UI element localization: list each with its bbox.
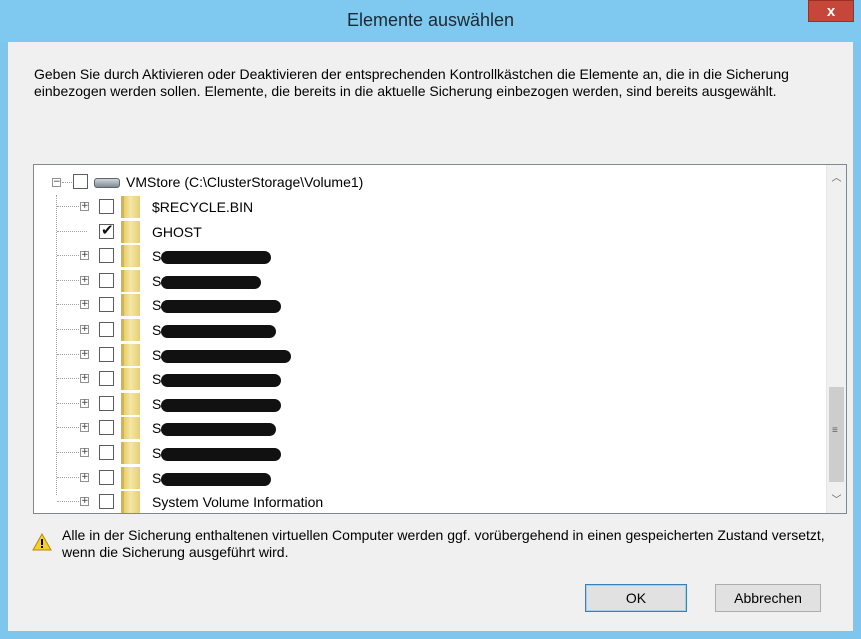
warning-text: Alle in der Sicherung enthaltenen virtue… — [62, 527, 825, 560]
tree-item-row[interactable]: + S — [34, 343, 824, 367]
collapse-icon[interactable]: − — [52, 178, 61, 187]
tree-item-label: S — [152, 445, 162, 461]
tree-root-label: VMStore (C:\ClusterStorage\Volume1) — [126, 174, 364, 190]
tree-item-label: S — [152, 297, 162, 314]
tree-item-row[interactable]: ✔ GHOST — [34, 220, 824, 244]
grip-icon: ≡ — [832, 425, 838, 436]
close-button[interactable]: x — [808, 0, 854, 22]
expand-icon[interactable]: + — [80, 300, 89, 310]
item-checkbox[interactable]: ✔ — [99, 220, 114, 239]
item-checkbox[interactable] — [99, 322, 114, 337]
expand-icon[interactable]: + — [80, 497, 89, 507]
folder-icon — [121, 368, 140, 391]
item-checkbox[interactable] — [99, 346, 114, 362]
item-checkbox[interactable] — [99, 420, 114, 436]
expand-icon[interactable]: + — [80, 325, 89, 334]
dialog-title: Elemente auswählen — [346, 10, 515, 30]
tree-item-label: S — [152, 395, 162, 412]
tree-item-row[interactable]: + S — [34, 293, 824, 317]
tree-connector — [62, 182, 72, 183]
tree-item-label: S — [152, 272, 162, 289]
item-checkbox[interactable] — [99, 371, 114, 387]
redaction-mark — [161, 251, 271, 265]
tree-item-row[interactable]: + S — [34, 466, 824, 490]
item-checkbox[interactable] — [99, 297, 114, 313]
expand-icon[interactable]: + — [80, 275, 89, 285]
tree-item-label: S — [152, 469, 162, 486]
folder-icon — [121, 319, 140, 341]
folder-icon — [121, 466, 140, 489]
scrollbar-thumb[interactable]: ≡ — [829, 387, 844, 482]
tree-root-row[interactable]: − VMStore (C:\ClusterStorage\Volume1) — [34, 171, 824, 195]
tree-item-label: $RECYCLE.BIN — [152, 199, 254, 215]
tree-item-label: System Volume Information — [152, 494, 324, 511]
folder-icon — [121, 196, 140, 218]
expand-icon[interactable]: + — [80, 349, 89, 359]
folder-icon — [121, 220, 140, 243]
root-checkbox[interactable] — [73, 174, 88, 189]
warning-icon — [32, 533, 52, 551]
instructions-text: Geben Sie durch Aktivieren oder Deaktivi… — [34, 66, 789, 99]
tree-item-label: S — [152, 346, 162, 363]
tree-item-row[interactable]: + S — [34, 269, 824, 293]
tree-item-row[interactable]: + S — [34, 367, 824, 391]
item-checkbox[interactable] — [99, 395, 114, 411]
redaction-mark — [161, 448, 281, 461]
scroll-down-icon[interactable]: ﹀ — [827, 491, 846, 511]
expand-icon[interactable]: + — [80, 398, 89, 408]
item-checkbox[interactable] — [99, 199, 114, 214]
folder-icon — [121, 392, 140, 415]
expand-icon[interactable]: + — [80, 251, 89, 261]
redaction-mark — [161, 398, 281, 412]
tree-item-label: GHOST — [152, 223, 202, 240]
checkmark-icon: ✔ — [101, 220, 114, 239]
dialog-body: Geben Sie durch Aktivieren oder Deaktivi… — [8, 42, 853, 631]
folder-icon — [121, 269, 140, 292]
cancel-button[interactable]: Abbrechen — [715, 584, 821, 612]
redaction-mark — [161, 325, 276, 338]
tree-item-row[interactable]: + $RECYCLE.BIN — [34, 195, 824, 219]
tree-item-row[interactable]: + S — [34, 392, 824, 416]
tree-item-row[interactable]: + S — [34, 318, 824, 342]
folder-icon — [121, 294, 140, 317]
expand-icon[interactable]: + — [80, 472, 89, 482]
tree-connector — [57, 230, 87, 232]
redaction-mark — [161, 275, 261, 289]
tree-item-row[interactable]: + S — [34, 244, 824, 268]
folder-icon — [121, 245, 140, 268]
redaction-mark — [161, 423, 276, 437]
folder-icon — [121, 491, 140, 513]
expand-icon[interactable]: + — [80, 423, 89, 433]
tree-item-row[interactable]: + S — [34, 441, 824, 465]
vertical-scrollbar[interactable]: ︿ ≡ ﹀ — [826, 165, 846, 513]
item-checkbox[interactable] — [99, 248, 114, 264]
expand-icon[interactable]: + — [80, 202, 89, 211]
item-tree[interactable]: − VMStore (C:\ClusterStorage\Volume1) + $… — [33, 164, 847, 514]
tree-item-label: S — [152, 322, 162, 338]
tree-item-row[interactable]: + S — [34, 416, 824, 440]
scroll-up-icon[interactable]: ︿ — [827, 169, 846, 189]
ok-button[interactable]: OK — [585, 584, 687, 612]
redaction-mark — [161, 349, 291, 363]
folder-icon — [121, 343, 140, 366]
drive-icon — [94, 178, 120, 188]
expand-icon[interactable]: + — [80, 448, 89, 457]
item-checkbox[interactable] — [99, 494, 114, 510]
expand-icon[interactable]: + — [80, 374, 89, 384]
redaction-mark — [161, 374, 281, 388]
item-checkbox[interactable] — [99, 469, 114, 485]
folder-icon — [121, 442, 140, 464]
tree-item-label: S — [152, 371, 162, 388]
dialog-window: Elemente auswählen x Geben Sie durch Akt… — [0, 0, 861, 639]
redaction-mark — [161, 300, 281, 314]
tree-item-label: S — [152, 420, 162, 437]
tree-item-row[interactable]: + System Volume Information — [34, 490, 824, 513]
item-checkbox[interactable] — [99, 445, 114, 460]
title-bar[interactable]: Elemente auswählen x — [0, 0, 861, 42]
redaction-mark — [161, 472, 271, 486]
item-checkbox[interactable] — [99, 272, 114, 288]
tree-item-label: S — [152, 248, 162, 265]
folder-icon — [121, 417, 140, 440]
